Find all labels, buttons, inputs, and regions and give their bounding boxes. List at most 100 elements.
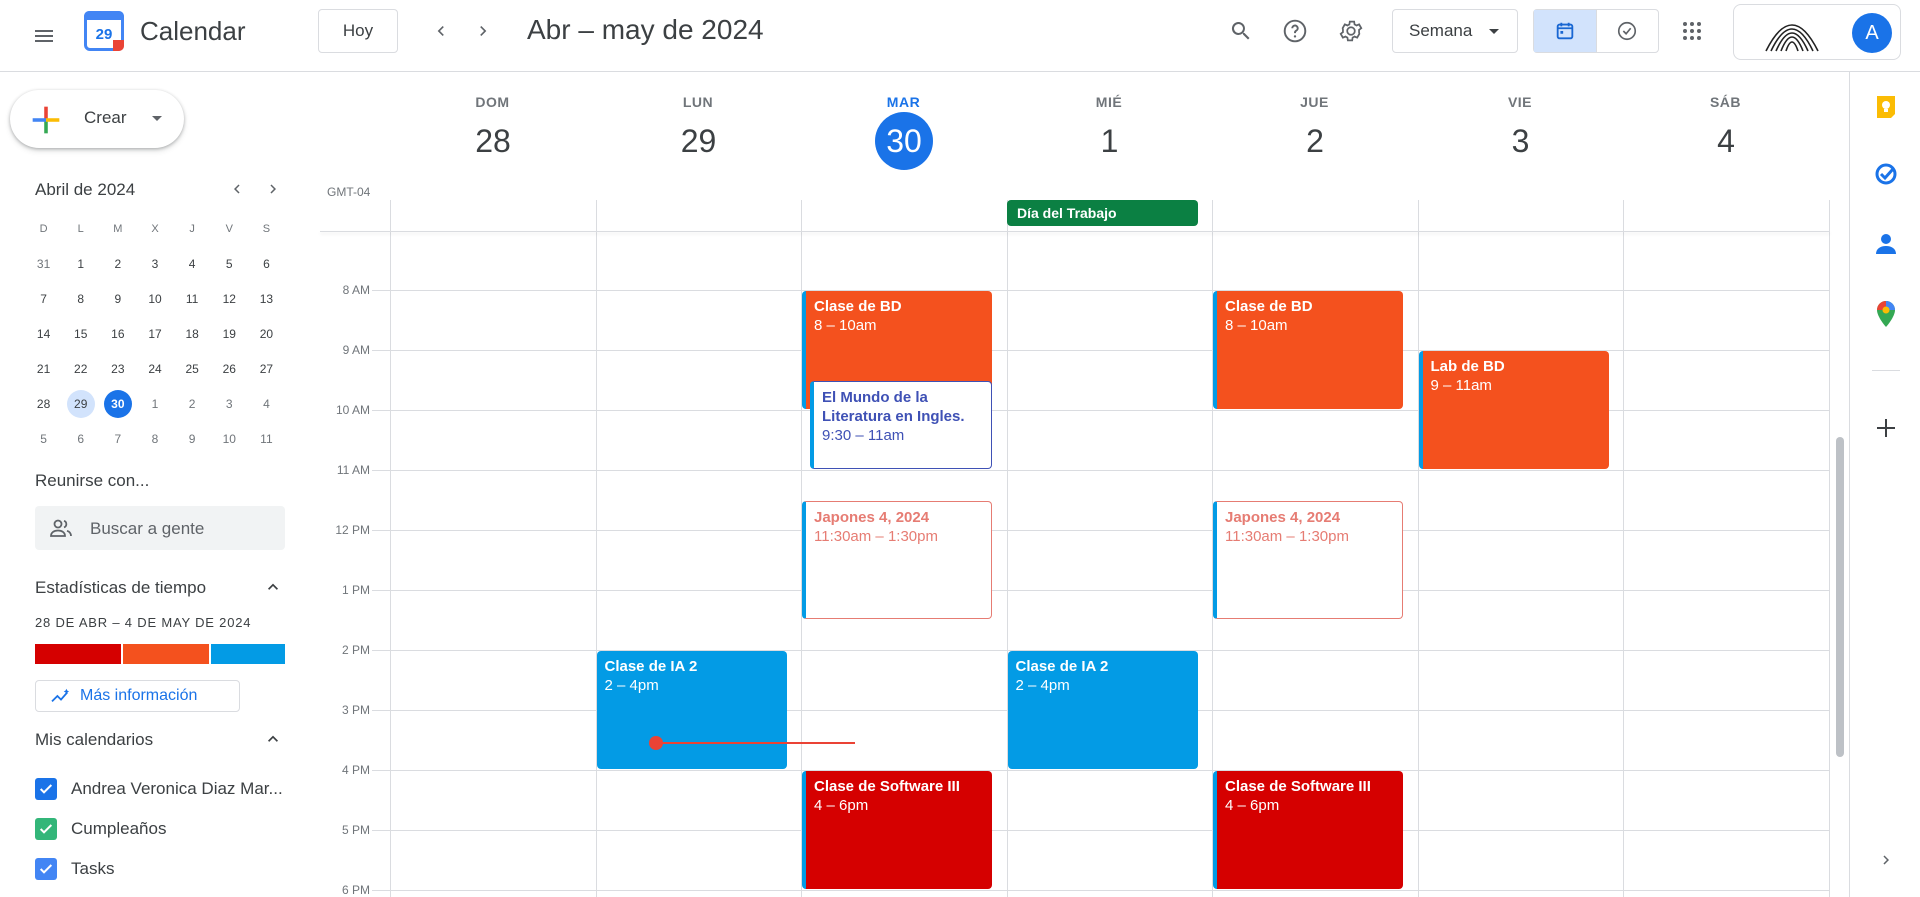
mini-calendar-day[interactable]: 18: [174, 316, 211, 351]
today-button[interactable]: Hoy: [318, 9, 398, 53]
mini-calendar-day[interactable]: 4: [174, 246, 211, 281]
collapse-my-calendars-button[interactable]: [258, 724, 288, 754]
mini-calendar-day[interactable]: 14: [25, 316, 62, 351]
mini-calendar-day[interactable]: 5: [25, 421, 62, 456]
mini-calendar-day[interactable]: 16: [99, 316, 136, 351]
mini-calendar-day[interactable]: 15: [62, 316, 99, 351]
calendar-event[interactable]: Clase de IA 2 2 – 4pm: [1007, 651, 1198, 769]
calendar-event[interactable]: Japones 4, 2024 11:30am – 1:30pm: [802, 501, 992, 619]
day-number[interactable]: 4: [1697, 112, 1755, 170]
previous-week-button[interactable]: [420, 10, 462, 52]
keep-icon[interactable]: [1868, 89, 1904, 125]
mini-calendar-day[interactable]: 5: [211, 246, 248, 281]
calendar-event[interactable]: Clase de Software III 4 – 6pm: [802, 771, 992, 889]
mini-calendar-day[interactable]: 9: [99, 281, 136, 316]
tasks-icon[interactable]: [1868, 156, 1904, 192]
mini-calendar-day[interactable]: 4: [248, 386, 285, 421]
mini-calendar-day[interactable]: 2: [99, 246, 136, 281]
mini-calendar-day[interactable]: 12: [211, 281, 248, 316]
mini-calendar-day[interactable]: 28: [25, 386, 62, 421]
time-insights-segment[interactable]: [123, 644, 210, 664]
mini-calendar-day[interactable]: 1: [62, 246, 99, 281]
maps-icon[interactable]: [1868, 296, 1904, 332]
mini-calendar-day[interactable]: 24: [136, 351, 173, 386]
calendar-list-item[interactable]: Cumpleaños: [35, 815, 166, 843]
create-button[interactable]: Crear: [10, 90, 184, 148]
view-selector[interactable]: Semana: [1392, 9, 1518, 53]
calendar-event[interactable]: Clase de IA 2 2 – 4pm: [596, 651, 787, 769]
mini-calendar-day[interactable]: 17: [136, 316, 173, 351]
calendar-list-item[interactable]: Andrea Veronica Diaz Mar...: [35, 775, 283, 803]
mini-calendar-day[interactable]: 3: [211, 386, 248, 421]
time-insights-range: 28 DE ABR – 4 DE MAY DE 2024: [35, 615, 252, 630]
mini-calendar-day[interactable]: 23: [99, 351, 136, 386]
calendar-event[interactable]: Japones 4, 2024 11:30am – 1:30pm: [1213, 501, 1403, 619]
tasks-view-toggle[interactable]: [1597, 10, 1659, 52]
mini-calendar-day[interactable]: 10: [136, 281, 173, 316]
collapse-time-insights-button[interactable]: [258, 572, 288, 602]
mini-calendar-day[interactable]: 30: [99, 386, 136, 421]
calendar-event[interactable]: Clase de Software III 4 – 6pm: [1213, 771, 1403, 889]
calendar-event[interactable]: Clase de BD 8 – 10am: [1213, 291, 1403, 409]
day-number[interactable]: 30: [875, 112, 933, 170]
mini-calendar-day[interactable]: 7: [25, 281, 62, 316]
mini-calendar-day[interactable]: 25: [174, 351, 211, 386]
all-day-event[interactable]: Día del Trabajo: [1007, 200, 1198, 226]
mini-calendar-day[interactable]: 10: [211, 421, 248, 456]
mini-calendar-day[interactable]: 9: [174, 421, 211, 456]
calendar-checkbox[interactable]: [35, 818, 57, 840]
mini-calendar-day[interactable]: 19: [211, 316, 248, 351]
contacts-icon[interactable]: [1868, 226, 1904, 262]
mini-calendar-previous-button[interactable]: [222, 174, 252, 204]
user-avatar[interactable]: A: [1852, 13, 1892, 53]
day-number[interactable]: 28: [464, 112, 522, 170]
mini-calendar-day-number: 30: [111, 396, 125, 411]
calendar-list-item[interactable]: Tasks: [35, 855, 114, 883]
help-icon[interactable]: [1272, 8, 1318, 54]
mini-calendar-day[interactable]: 21: [25, 351, 62, 386]
mini-calendar-week: 7 8 9 10 11 12 13: [25, 281, 285, 316]
day-number[interactable]: 3: [1492, 112, 1550, 170]
mini-calendar-day[interactable]: 29: [62, 386, 99, 421]
mini-calendar-day[interactable]: 2: [174, 386, 211, 421]
day-number[interactable]: 1: [1081, 112, 1139, 170]
calendar-event[interactable]: El Mundo de la Literatura en Ingles. 9:30…: [810, 381, 992, 469]
day-number[interactable]: 2: [1286, 112, 1344, 170]
mini-calendar-day[interactable]: 7: [99, 421, 136, 456]
calendar-view-toggle[interactable]: [1534, 10, 1597, 52]
mini-calendar-day[interactable]: 6: [248, 246, 285, 281]
calendar-event[interactable]: Lab de BD 9 – 11am: [1418, 351, 1609, 469]
checkmark-icon: [39, 824, 53, 834]
calendar-scrollbar[interactable]: [1836, 437, 1844, 757]
apps-grid-icon[interactable]: [1669, 8, 1715, 54]
expand-panel-chevron-icon[interactable]: [1868, 842, 1904, 878]
main-menu-icon[interactable]: [20, 12, 68, 60]
calendar-checkbox[interactable]: [35, 778, 57, 800]
day-number[interactable]: 29: [670, 112, 728, 170]
time-insights-segment[interactable]: [211, 644, 285, 664]
mini-calendar-day[interactable]: 27: [248, 351, 285, 386]
add-addon-icon[interactable]: [1868, 410, 1904, 446]
more-info-button[interactable]: Más información: [35, 680, 240, 712]
mini-calendar-day[interactable]: 22: [62, 351, 99, 386]
mini-calendar-day-number: 5: [225, 256, 233, 271]
people-search-input[interactable]: Buscar a gente: [35, 506, 285, 550]
calendar-checkbox[interactable]: [35, 858, 57, 880]
time-insights-segment[interactable]: [35, 644, 122, 664]
mini-calendar-day[interactable]: 8: [136, 421, 173, 456]
mini-calendar-day[interactable]: 3: [136, 246, 173, 281]
next-week-button[interactable]: [462, 10, 504, 52]
mini-calendar-next-button[interactable]: [258, 174, 288, 204]
mini-calendar-day[interactable]: 6: [62, 421, 99, 456]
mini-calendar-day[interactable]: 11: [248, 421, 285, 456]
mini-calendar-day[interactable]: 26: [211, 351, 248, 386]
mini-calendar-day[interactable]: 8: [62, 281, 99, 316]
mini-calendar-day[interactable]: 11: [174, 281, 211, 316]
account-area[interactable]: A: [1733, 4, 1901, 60]
mini-calendar-day[interactable]: 13: [248, 281, 285, 316]
mini-calendar-day[interactable]: 20: [248, 316, 285, 351]
search-icon[interactable]: [1218, 8, 1264, 54]
settings-gear-icon[interactable]: [1328, 8, 1374, 54]
mini-calendar-day[interactable]: 31: [25, 246, 62, 281]
mini-calendar-day[interactable]: 1: [136, 386, 173, 421]
